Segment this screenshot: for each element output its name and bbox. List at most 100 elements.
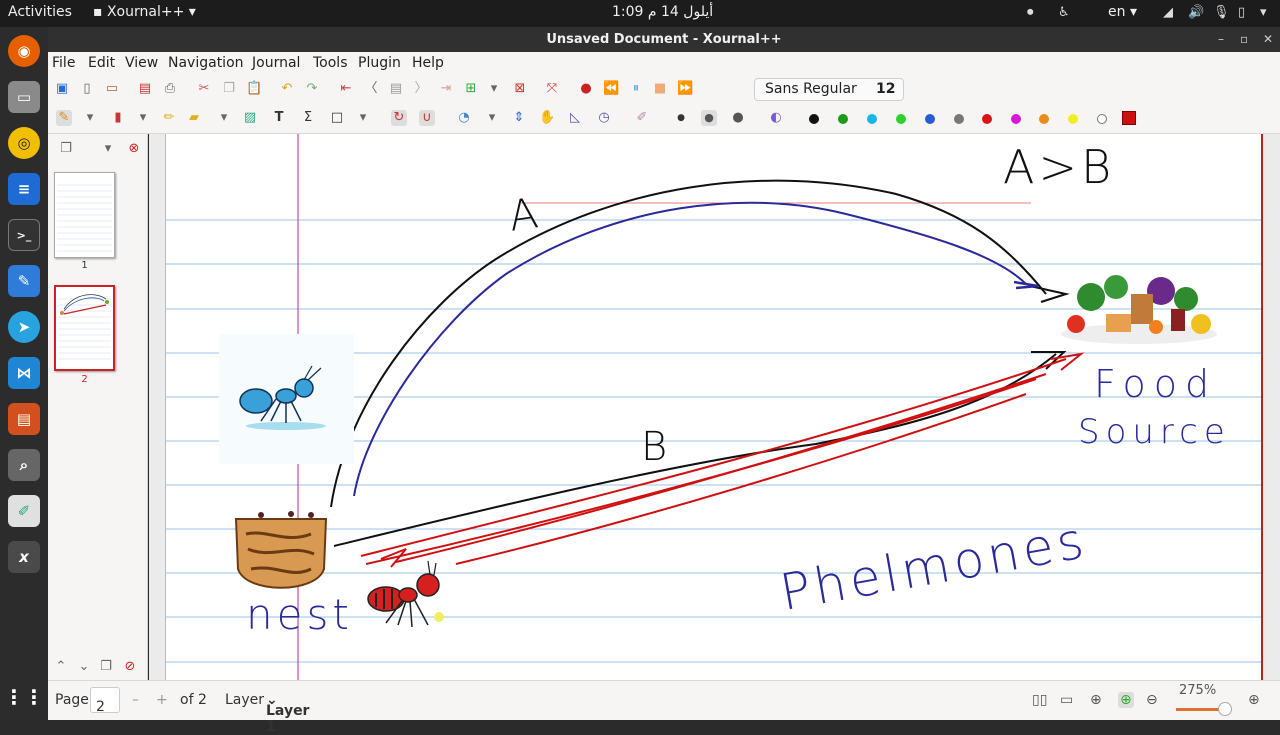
wifi-icon[interactable]: ◢ <box>1163 5 1173 20</box>
record-audio-icon[interactable]: ● <box>578 81 594 97</box>
next-page-icon[interactable]: 〉 <box>413 81 429 97</box>
zoom-in-icon[interactable]: ⊕ <box>1248 692 1260 708</box>
app-menu[interactable]: ▪ Xournal++ ▾ <box>93 4 196 20</box>
rewind-icon[interactable]: ⏪ <box>603 81 619 97</box>
color-black[interactable] <box>809 114 819 124</box>
snap-grid-icon[interactable]: ∪ <box>419 110 435 126</box>
show-apps-icon[interactable]: ⋮⋮ <box>4 681 44 713</box>
stop-icon[interactable]: ■ <box>652 81 668 97</box>
open-folder-icon[interactable]: ▭ <box>104 81 120 97</box>
font-selector[interactable]: Sans Regular 12 <box>754 78 904 101</box>
color-yellow[interactable] <box>1068 114 1078 124</box>
presentation-mode-icon[interactable]: ▭ <box>1060 692 1073 708</box>
previous-page-icon[interactable]: 〈 <box>363 81 379 97</box>
minimize-button[interactable]: – <box>1218 27 1224 52</box>
close-window-button[interactable]: ✕ <box>1263 27 1273 52</box>
page-decrement-button[interactable]: – <box>132 692 139 708</box>
redo-icon[interactable]: ↷ <box>304 81 320 97</box>
highlighter-tool-icon[interactable]: ✏ <box>161 110 177 126</box>
last-page-icon[interactable]: ⇥ <box>438 81 454 97</box>
text-tool-icon[interactable]: T <box>271 110 287 126</box>
latex-tool-icon[interactable]: Σ <box>300 110 316 126</box>
search-app-icon[interactable]: ⌕ <box>8 449 40 481</box>
menu-view[interactable]: View <box>125 55 158 71</box>
layer-selector[interactable]: Layer 1 ⌄ <box>266 692 309 735</box>
new-document-icon[interactable]: ▯ <box>79 81 95 97</box>
zoom-100-icon[interactable]: ⊕ <box>1118 692 1134 708</box>
color-light-blue[interactable] <box>867 114 877 124</box>
shape-dropdown-icon[interactable]: ▾ <box>355 110 371 126</box>
zoom-out-icon[interactable]: ⊖ <box>1146 692 1158 708</box>
color-red[interactable] <box>982 114 992 124</box>
save-icon[interactable]: ▣ <box>54 81 70 97</box>
snap-rotation-icon[interactable]: ↻ <box>391 110 407 126</box>
maximize-button[interactable]: ▫ <box>1240 27 1248 52</box>
menu-plugin[interactable]: Plugin <box>358 55 401 71</box>
color-white[interactable] <box>1097 114 1107 124</box>
move-page-down-icon[interactable]: ⌄ <box>76 659 92 675</box>
copy-page-icon[interactable]: ❐ <box>98 659 114 675</box>
vscode-icon[interactable]: ⋈ <box>8 357 40 389</box>
text-editor-icon[interactable]: ✎ <box>8 265 40 297</box>
clock[interactable]: 1:09 أيلول 14 م <box>612 4 713 20</box>
delete-page-icon[interactable]: ⊠ <box>512 81 528 97</box>
pen-dropdown-icon[interactable]: ▾ <box>82 110 98 126</box>
color-green[interactable] <box>838 114 848 124</box>
rhythmbox-icon[interactable]: ◎ <box>8 127 40 159</box>
sidebar-dropdown-icon[interactable]: ▾ <box>100 141 116 157</box>
fullscreen-icon[interactable]: ⤧ <box>544 81 560 97</box>
insert-page-dropdown-icon[interactable]: ▾ <box>486 81 502 97</box>
files-icon[interactable]: ▭ <box>8 81 40 113</box>
image-tool-icon[interactable]: ▨ <box>242 110 258 126</box>
power-menu-icon[interactable]: ▾ <box>1260 5 1267 20</box>
eraser-dropdown-icon[interactable]: ▾ <box>135 110 151 126</box>
current-color-swatch[interactable] <box>1122 111 1136 125</box>
undo-icon[interactable]: ↶ <box>279 81 295 97</box>
xournal-alt-icon[interactable]: ✐ <box>8 495 40 527</box>
terminal-icon[interactable]: >_ <box>8 219 40 251</box>
eraser-tool-icon[interactable]: ▮ <box>110 110 126 126</box>
pause-icon[interactable]: ⏸ <box>628 81 644 97</box>
zoom-slider-handle[interactable] <box>1218 702 1232 716</box>
menu-edit[interactable]: Edit <box>88 55 115 71</box>
select-dropdown-icon[interactable]: ▾ <box>216 110 232 126</box>
select-region-icon[interactable]: ▰ <box>186 110 202 126</box>
menu-file[interactable]: File <box>52 55 75 71</box>
battery-icon[interactable]: ▯ <box>1238 5 1245 20</box>
insert-page-icon[interactable]: ⊞ <box>463 81 479 97</box>
libreoffice-writer-icon[interactable]: ≡ <box>8 173 40 205</box>
pen-tool-icon[interactable]: ✎ <box>56 110 72 126</box>
color-light-green[interactable] <box>896 114 906 124</box>
fill-dropdown-icon[interactable]: ▾ <box>484 110 500 126</box>
volume-icon[interactable]: 🔊 <box>1188 5 1204 20</box>
telegram-icon[interactable]: ➤ <box>8 311 40 343</box>
menu-tools[interactable]: Tools <box>313 55 348 71</box>
delete-page-sidebar-icon[interactable]: ⊘ <box>122 659 138 675</box>
activities-button[interactable]: Activities <box>8 4 72 20</box>
accessibility-icon[interactable]: ♿ <box>1058 5 1070 20</box>
microphone-icon[interactable]: 🎙 <box>1213 5 1230 20</box>
move-page-up-icon[interactable]: ⌃ <box>53 659 69 675</box>
xournal-icon[interactable]: x <box>8 541 40 573</box>
page-thumbnail-1[interactable] <box>54 172 115 258</box>
menu-navigation[interactable]: Navigation <box>168 55 244 71</box>
sidebar-layout-icon[interactable]: ❐ <box>58 141 74 157</box>
fast-forward-icon[interactable]: ⏩ <box>677 81 693 97</box>
record-icon[interactable]: ⏺ <box>1027 5 1034 20</box>
default-tool-icon[interactable]: ✐ <box>634 110 650 126</box>
menu-journal[interactable]: Journal <box>252 55 300 71</box>
vertical-space-icon[interactable]: ⇕ <box>511 110 527 126</box>
color-gray[interactable] <box>954 114 964 124</box>
color-magenta[interactable] <box>1011 114 1021 124</box>
close-sidebar-icon[interactable]: ⊗ <box>126 141 142 157</box>
page-increment-button[interactable]: + <box>156 692 168 708</box>
color-blue[interactable] <box>925 114 935 124</box>
first-page-icon[interactable]: ⇤ <box>338 81 354 97</box>
shape-tool-icon[interactable]: □ <box>329 110 345 126</box>
medium-line-icon[interactable]: ● <box>701 110 717 126</box>
setsquare-icon[interactable]: ◺ <box>567 110 583 126</box>
hand-tool-icon[interactable]: ✋ <box>539 110 555 126</box>
print-icon[interactable]: ⎙ <box>162 81 178 97</box>
cut-icon[interactable]: ✂ <box>196 81 212 97</box>
copy-icon[interactable]: ❐ <box>221 81 237 97</box>
